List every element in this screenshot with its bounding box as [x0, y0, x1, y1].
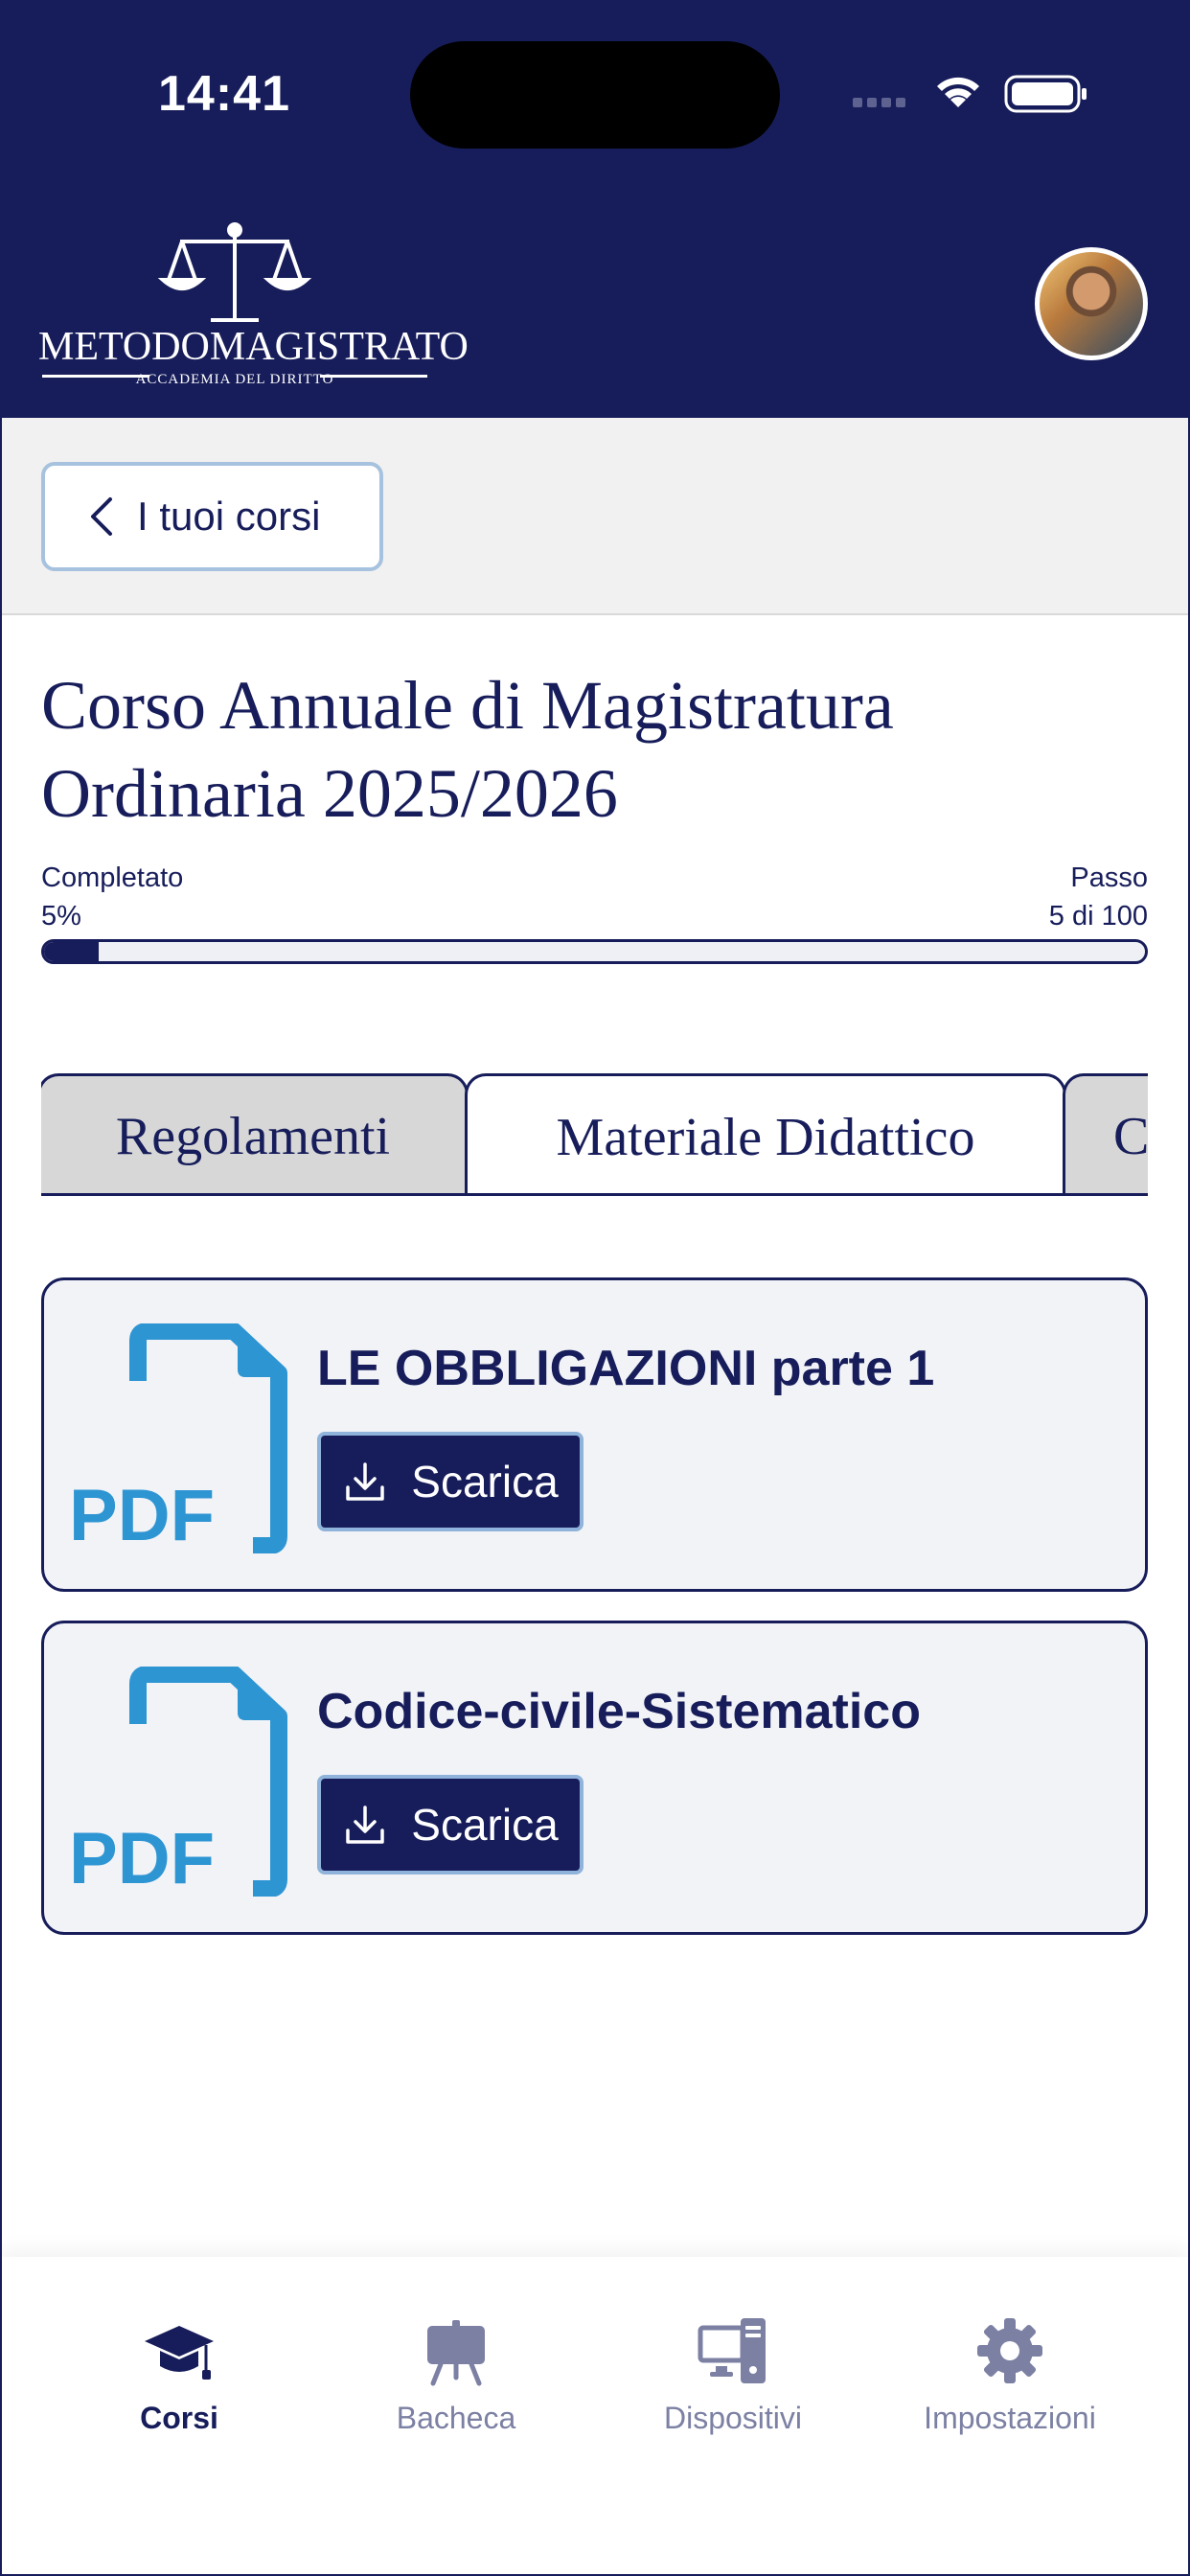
pdf-file-icon: PDF	[69, 1323, 287, 1553]
logo-wordmark: METODOMAGISTRATO	[38, 325, 469, 369]
material-title: LE OBBLIGAZIONI parte 1	[317, 1341, 935, 1396]
download-icon	[346, 1462, 385, 1501]
tab-materiale-didattico[interactable]: Materiale Didattico	[465, 1073, 1066, 1196]
app-header: 14:41 METODOMAGISTRATO ACCADEMIA DEL DIR…	[0, 0, 1190, 418]
graduation-cap-icon	[145, 2326, 214, 2380]
logo-rule-right	[320, 375, 427, 378]
user-avatar[interactable]	[1035, 247, 1148, 360]
battery-icon	[1004, 75, 1087, 113]
presentation-board-icon	[427, 2320, 485, 2386]
tab-partial[interactable]: C	[1063, 1073, 1148, 1196]
download-button-label: Scarica	[411, 1457, 559, 1506]
completed-label: Completato	[41, 862, 184, 893]
course-title: Corso Annuale di Magistratura Ordinaria …	[41, 667, 894, 832]
wifi-icon	[937, 77, 979, 107]
step-label: Passo	[1070, 862, 1148, 893]
pdf-icon-text: PDF	[69, 1818, 215, 1897]
completed-value: 5%	[41, 901, 81, 932]
tab-label: C	[1113, 1106, 1148, 1166]
cellular-signal-icon	[853, 98, 905, 107]
material-card: PDF Codice-civile-Sistematico Scarica	[41, 1621, 1148, 1935]
nav-label: Corsi	[140, 2401, 218, 2435]
nav-impostazioni[interactable]: Impostazioni	[876, 2314, 1144, 2449]
nav-label: Dispositivi	[663, 2401, 803, 2435]
tab-label: Regolamenti	[115, 1106, 391, 1166]
nav-dispositivi[interactable]: Dispositivi	[599, 2314, 867, 2449]
tab-bar: Regolamenti Materiale Didattico C	[41, 1073, 1148, 1196]
nav-corsi[interactable]: Corsi	[45, 2314, 313, 2449]
course-progress-fill	[44, 942, 100, 961]
back-button-label: I tuoi corsi	[137, 494, 321, 539]
gear-icon	[977, 2318, 1042, 2383]
download-button[interactable]: Scarica	[317, 1432, 584, 1531]
status-time: 14:41	[158, 66, 290, 122]
nav-bacheca[interactable]: Bacheca	[322, 2314, 590, 2449]
tab-regolamenti[interactable]: Regolamenti	[41, 1073, 469, 1196]
chevron-left-icon	[91, 497, 112, 536]
back-to-courses-button[interactable]: I tuoi corsi	[41, 462, 383, 571]
logo: METODOMAGISTRATO ACCADEMIA DEL DIRITTO	[38, 220, 469, 387]
download-button-label: Scarica	[411, 1800, 559, 1850]
step-value: 5 di 100	[1048, 901, 1148, 932]
tab-label: Materiale Didattico	[556, 1108, 975, 1167]
scales-of-justice-icon	[157, 222, 312, 322]
devices-icon	[698, 2318, 766, 2383]
material-title: Codice-civile-Sistematico	[317, 1684, 921, 1739]
bottom-navigation: Corsi Bacheca Dispositivi Impostazioni	[0, 2257, 1190, 2576]
download-icon	[346, 1806, 385, 1844]
pdf-file-icon: PDF	[69, 1667, 287, 1897]
dynamic-island	[410, 41, 780, 149]
tab-bar-underline	[41, 1193, 1148, 1196]
download-button[interactable]: Scarica	[317, 1775, 584, 1874]
pdf-icon-text: PDF	[69, 1475, 215, 1553]
material-card: PDF LE OBBLIGAZIONI parte 1 Scarica	[41, 1277, 1148, 1592]
nav-label: Bacheca	[396, 2401, 516, 2435]
status-icons	[853, 75, 1087, 113]
nav-label: Impostazioni	[924, 2401, 1096, 2435]
course-progress-bar	[41, 939, 1148, 964]
